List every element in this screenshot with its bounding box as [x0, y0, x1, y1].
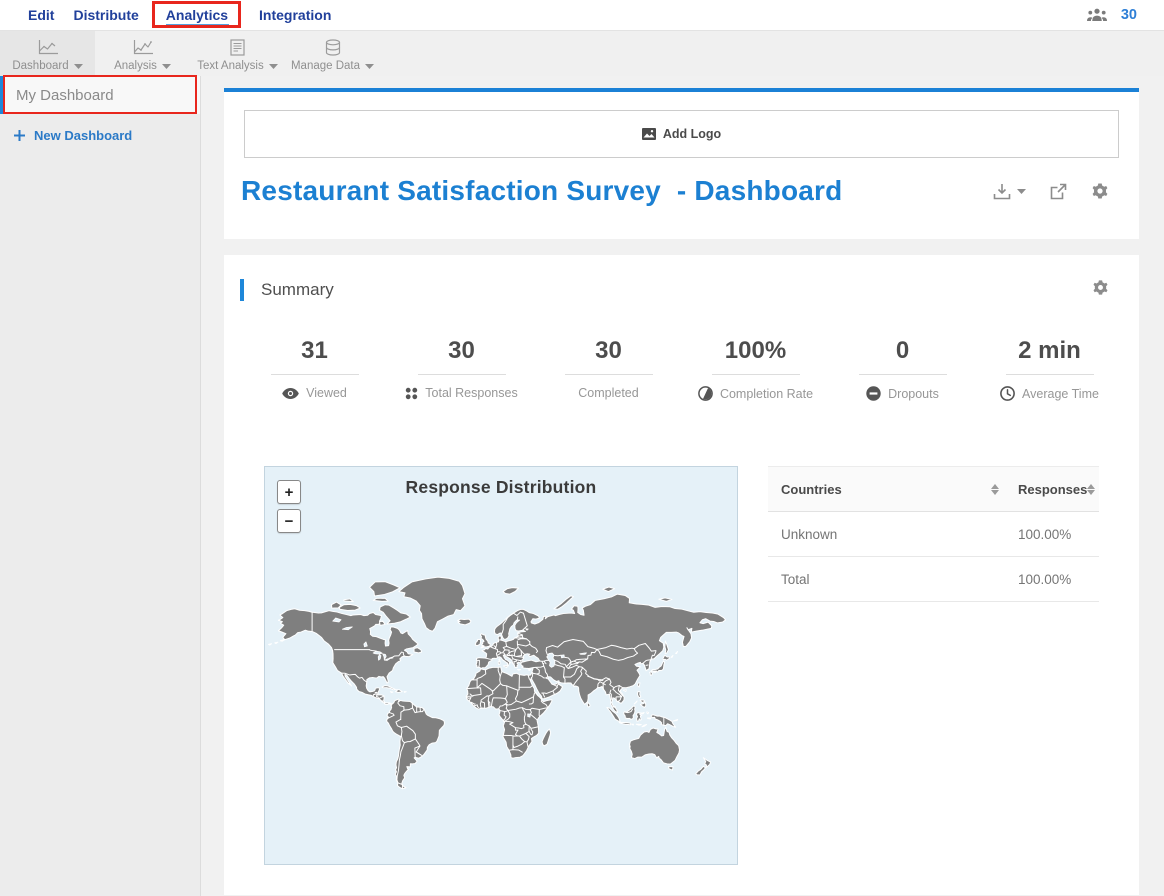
- caret-down-icon: [162, 64, 171, 69]
- toolbar-item-label: Dashboard: [12, 60, 68, 72]
- stat-value: 100%: [682, 337, 829, 365]
- stat-value: 30: [535, 337, 682, 365]
- share-button[interactable]: [1050, 183, 1067, 200]
- country-cell: Unknown: [768, 527, 1005, 542]
- sort-responses-button[interactable]: [1087, 484, 1095, 495]
- sidebar-item-my-dashboard[interactable]: My Dashboard: [0, 76, 200, 114]
- section-accent-bar: [240, 279, 244, 301]
- stat-value: 31: [241, 337, 388, 365]
- plus-icon: [14, 130, 25, 141]
- share-icon: [1050, 183, 1067, 200]
- new-dashboard-label: New Dashboard: [34, 128, 132, 143]
- stat-completed: 30 Completed: [535, 337, 682, 401]
- stat-label: Completion Rate: [720, 387, 813, 401]
- image-icon: [642, 128, 656, 140]
- world-map-svg: [265, 467, 737, 864]
- download-button[interactable]: [993, 183, 1026, 200]
- stat-label: Completed: [578, 386, 638, 400]
- stat-value: 2 min: [976, 337, 1123, 365]
- respondents-icon: [1086, 8, 1108, 22]
- minus-circle-icon: [866, 386, 881, 401]
- stat-label: Total Responses: [425, 386, 517, 400]
- toolbar-item-dashboard[interactable]: Dashboard: [0, 31, 95, 76]
- dots-grid-icon: [405, 387, 418, 400]
- caret-down-icon: [269, 64, 278, 69]
- top-navigation: Edit Distribute Analytics Integration 30: [0, 0, 1164, 30]
- nav-tab-integration[interactable]: Integration: [259, 7, 331, 23]
- stat-total-responses: 30 Total Responses: [388, 337, 535, 401]
- new-dashboard-button[interactable]: New Dashboard: [14, 128, 200, 143]
- nav-tab-distribute[interactable]: Distribute: [73, 7, 138, 23]
- map-zoom-in-button[interactable]: +: [277, 480, 301, 504]
- caret-down-icon: [74, 64, 83, 69]
- toolbar-item-text-analysis[interactable]: Text Analysis: [190, 31, 285, 76]
- sort-countries-button[interactable]: [991, 484, 999, 495]
- response-distribution-map[interactable]: Response Distribution + −: [264, 466, 738, 865]
- stat-viewed: 31 Viewed: [241, 337, 388, 401]
- column-header-countries: Countries: [781, 482, 842, 497]
- stat-divider: [418, 374, 506, 375]
- page-title: Restaurant Satisfaction Survey - Dashboa…: [241, 175, 842, 207]
- summary-section-title: Summary: [261, 280, 334, 300]
- toolbar-item-analysis[interactable]: Analysis: [95, 31, 190, 76]
- gear-icon: [1091, 182, 1109, 200]
- clock-icon: [1000, 386, 1015, 401]
- add-logo-button[interactable]: Add Logo: [244, 110, 1119, 158]
- toolbar-item-manage-data[interactable]: Manage Data: [285, 31, 380, 76]
- stat-value: 30: [388, 337, 535, 365]
- dashboard-icon: [37, 38, 59, 56]
- settings-button[interactable]: [1091, 182, 1109, 200]
- countries-table-header: Countries Responses: [768, 466, 1099, 512]
- toolbar-item-label: Analysis: [114, 60, 157, 72]
- column-header-responses: Responses: [1018, 482, 1087, 497]
- stat-divider: [565, 374, 653, 375]
- summary-settings-button[interactable]: [1092, 279, 1109, 301]
- nav-tab-edit[interactable]: Edit: [28, 7, 54, 23]
- dashboard-header-card: Add Logo Restaurant Satisfaction Survey …: [224, 88, 1139, 239]
- table-row-total[interactable]: Total 100.00%: [768, 557, 1099, 602]
- caret-down-icon: [365, 64, 374, 69]
- stat-value: 0: [829, 337, 976, 365]
- toolbar-item-label: Manage Data: [291, 60, 360, 72]
- summary-card: Summary 31 Viewed 30: [224, 255, 1139, 895]
- responses-cell: 100.00%: [1005, 572, 1099, 587]
- stat-dropouts: 0 Dropouts: [829, 337, 976, 401]
- nav-tab-analytics[interactable]: Analytics: [166, 7, 228, 23]
- stat-divider: [859, 374, 947, 375]
- map-zoom-out-button[interactable]: −: [277, 509, 301, 533]
- text-analysis-icon: [230, 38, 245, 56]
- country-cell: Total: [768, 572, 1005, 587]
- caret-down-icon: [1017, 189, 1026, 194]
- add-logo-label: Add Logo: [663, 127, 721, 141]
- respondents-count[interactable]: 30: [1121, 7, 1137, 23]
- summary-stats: 31 Viewed 30 Total Responses: [241, 337, 1125, 401]
- gear-icon: [1092, 279, 1109, 296]
- stat-divider: [271, 374, 359, 375]
- analytics-toolbar: Dashboard Analysis Text Analysis Manage …: [0, 30, 1164, 76]
- contrast-icon: [698, 386, 713, 401]
- manage-data-icon: [325, 38, 341, 56]
- analysis-icon: [132, 38, 154, 56]
- download-icon: [993, 183, 1011, 200]
- stat-divider: [1006, 374, 1094, 375]
- stat-label: Dropouts: [888, 387, 939, 401]
- toolbar-item-label: Text Analysis: [197, 60, 263, 72]
- dashboard-sidebar: My Dashboard New Dashboard: [0, 76, 201, 896]
- stat-completion-rate: 100% Completion Rate: [682, 337, 829, 401]
- stat-label: Average Time: [1022, 387, 1099, 401]
- stat-label: Viewed: [306, 386, 347, 400]
- stat-divider: [712, 374, 800, 375]
- responses-cell: 100.00%: [1005, 527, 1099, 542]
- countries-table: Countries Responses Unknown 100.00% Tota…: [768, 466, 1099, 865]
- map-title: Response Distribution: [265, 477, 737, 498]
- eye-icon: [282, 388, 299, 399]
- table-row-unknown[interactable]: Unknown 100.00%: [768, 512, 1099, 557]
- stat-average-time: 2 min Average Time: [976, 337, 1123, 401]
